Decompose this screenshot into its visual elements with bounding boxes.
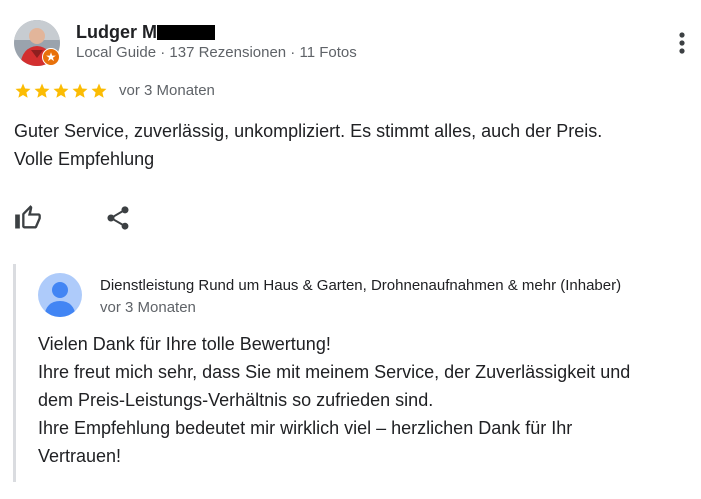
owner-name: Dienstleistung Rund um Haus & Garten, Dr… bbox=[100, 277, 622, 294]
rating-row: vor 3 Monaten bbox=[14, 81, 215, 101]
reply-text-line: Ihre Empfehlung bedeutet mir wirklich vi… bbox=[38, 418, 573, 438]
local-guide-badge-icon bbox=[42, 48, 60, 66]
more-vert-icon bbox=[679, 32, 685, 54]
more-options-button[interactable] bbox=[670, 29, 694, 57]
reply-text-line: Vertrauen! bbox=[38, 446, 122, 466]
reply-text-line: dem Preis-Leistungs-Verhältnis so zufrie… bbox=[38, 390, 434, 410]
like-button[interactable] bbox=[14, 204, 42, 232]
star-icon bbox=[91, 83, 107, 98]
owner-avatar bbox=[38, 273, 82, 317]
reply-text-line: Ihre freut mich sehr, dass Sie mit meine… bbox=[38, 362, 631, 382]
reviewer-name-row[interactable]: Ludger M bbox=[76, 21, 215, 43]
reviewer-name[interactable]: Ludger M bbox=[76, 21, 157, 43]
review-text: Guter Service, zuverlässig, unkomplizier… bbox=[14, 117, 684, 173]
redaction-bar bbox=[157, 25, 215, 40]
star-icon bbox=[15, 83, 31, 98]
star-rating bbox=[14, 82, 109, 100]
star-icon bbox=[34, 83, 50, 98]
share-button[interactable] bbox=[104, 204, 132, 232]
review-text-line: Volle Empfehlung bbox=[14, 149, 155, 169]
star-icon bbox=[53, 83, 69, 98]
reply-text-line: Vielen Dank für Ihre tolle Bewertung! bbox=[38, 334, 331, 354]
review-card: Ludger M Local Guide · 137 Rezensionen ·… bbox=[0, 0, 701, 499]
review-text-line: Guter Service, zuverlässig, unkomplizier… bbox=[14, 121, 603, 141]
reviewer-meta: Local Guide · 137 Rezensionen · 11 Fotos bbox=[76, 44, 357, 61]
star-icon bbox=[72, 83, 88, 98]
reply-divider bbox=[13, 264, 16, 482]
review-date: vor 3 Monaten bbox=[119, 82, 215, 99]
share-icon bbox=[107, 206, 129, 230]
thumb-up-icon bbox=[15, 205, 41, 229]
owner-reply-date: vor 3 Monaten bbox=[100, 299, 196, 316]
owner-reply-text: Vielen Dank für Ihre tolle Bewertung! Ih… bbox=[38, 330, 688, 470]
